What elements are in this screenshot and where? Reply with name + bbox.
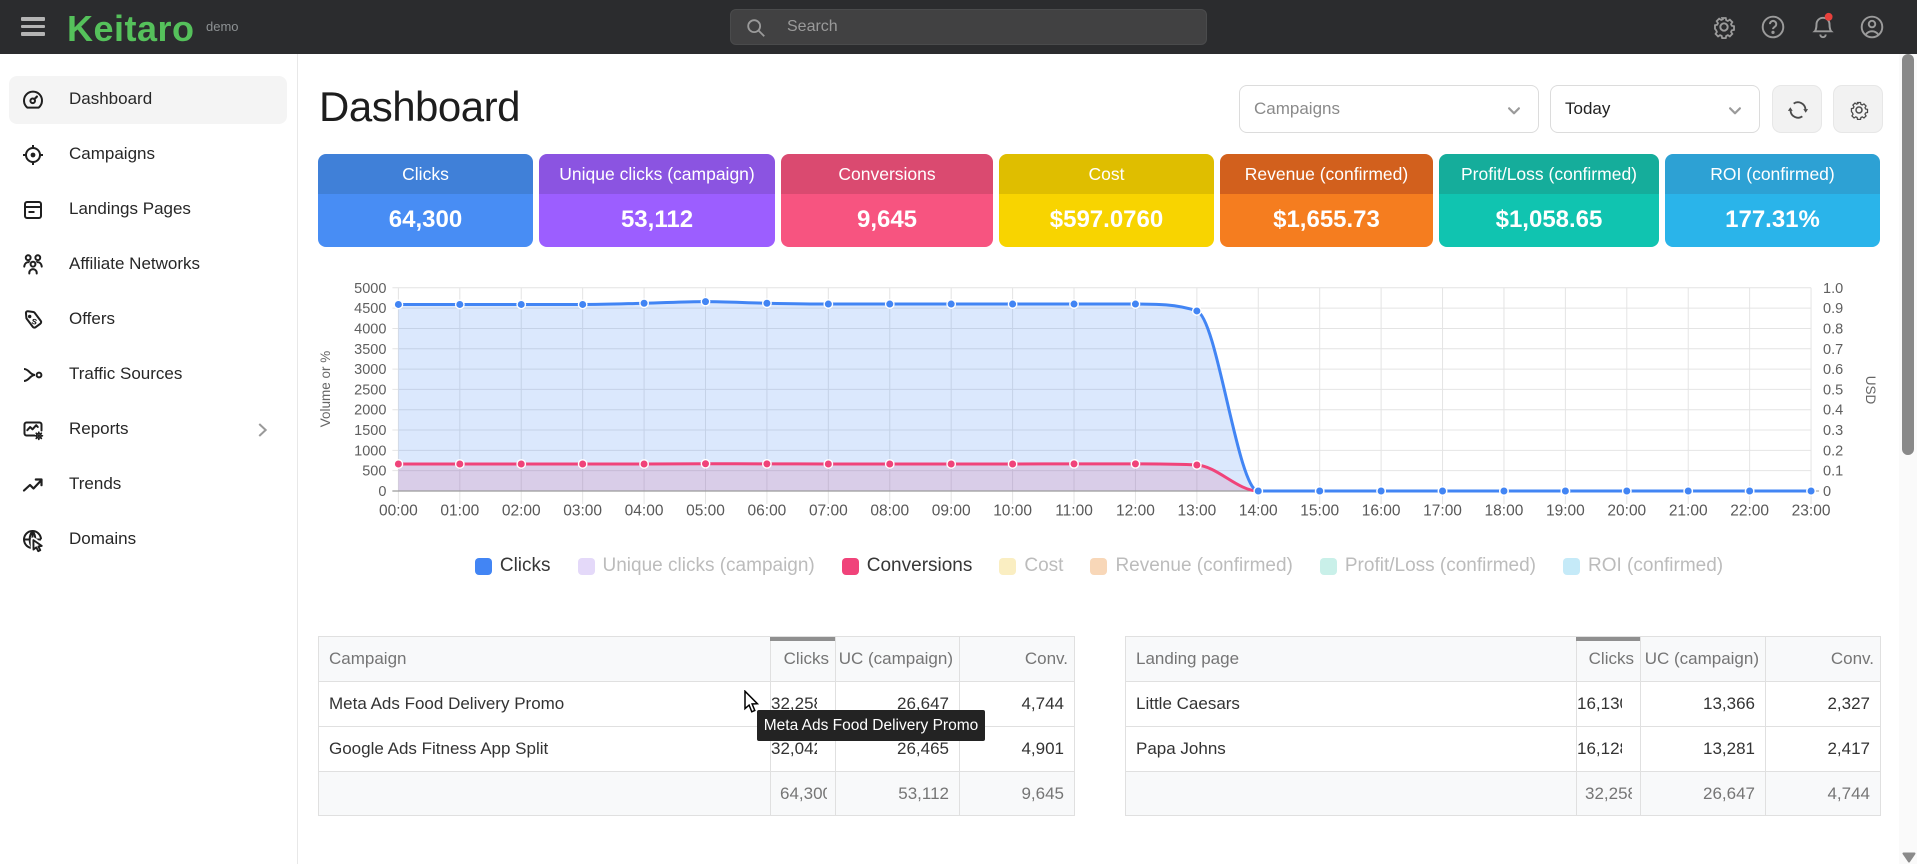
svg-text:0.2: 0.2: [1823, 443, 1843, 459]
svg-text:0.1: 0.1: [1823, 464, 1843, 480]
svg-text:21:00: 21:00: [1669, 503, 1708, 520]
svg-text:2500: 2500: [354, 382, 386, 398]
svg-text:1.0: 1.0: [1823, 281, 1843, 297]
svg-text:04:00: 04:00: [625, 503, 664, 520]
svg-text:02:00: 02:00: [502, 503, 541, 520]
svg-text:3000: 3000: [354, 362, 386, 378]
svg-text:08:00: 08:00: [870, 503, 909, 520]
svg-text:1500: 1500: [354, 423, 386, 439]
svg-text:1000: 1000: [354, 443, 386, 459]
svg-text:5000: 5000: [354, 281, 386, 297]
svg-text:4500: 4500: [354, 301, 386, 317]
svg-text:19:00: 19:00: [1546, 503, 1585, 520]
svg-text:Volume or %: Volume or %: [318, 351, 333, 428]
svg-text:0: 0: [1823, 484, 1831, 500]
svg-text:500: 500: [362, 464, 386, 480]
svg-text:0.9: 0.9: [1823, 301, 1843, 317]
svg-text:0.3: 0.3: [1823, 423, 1843, 439]
svg-text:0.7: 0.7: [1823, 342, 1843, 358]
svg-text:11:00: 11:00: [1055, 503, 1093, 520]
svg-text:0.8: 0.8: [1823, 321, 1843, 337]
svg-text:0: 0: [378, 484, 386, 500]
svg-text:4000: 4000: [354, 321, 386, 337]
svg-text:06:00: 06:00: [748, 503, 787, 520]
svg-text:0.6: 0.6: [1823, 362, 1843, 378]
svg-text:0.5: 0.5: [1823, 382, 1843, 398]
svg-text:05:00: 05:00: [686, 503, 725, 520]
svg-text:16:00: 16:00: [1362, 503, 1401, 520]
svg-text:07:00: 07:00: [809, 503, 848, 520]
svg-text:0.4: 0.4: [1823, 403, 1843, 419]
svg-text:20:00: 20:00: [1607, 503, 1646, 520]
svg-text:22:00: 22:00: [1730, 503, 1769, 520]
svg-text:10:00: 10:00: [993, 503, 1032, 520]
svg-text:14:00: 14:00: [1239, 503, 1278, 520]
svg-text:3500: 3500: [354, 342, 386, 358]
svg-text:18:00: 18:00: [1485, 503, 1524, 520]
svg-text:23:00: 23:00: [1792, 503, 1831, 520]
svg-text:12:00: 12:00: [1116, 503, 1155, 520]
svg-text:2000: 2000: [354, 403, 386, 419]
svg-text:01:00: 01:00: [440, 503, 479, 520]
svg-text:03:00: 03:00: [563, 503, 602, 520]
svg-text:09:00: 09:00: [932, 503, 971, 520]
svg-text:17:00: 17:00: [1423, 503, 1462, 520]
svg-text:00:00: 00:00: [379, 503, 418, 520]
svg-text:15:00: 15:00: [1300, 503, 1339, 520]
svg-text:13:00: 13:00: [1177, 503, 1216, 520]
svg-text:USD: USD: [1863, 376, 1878, 405]
